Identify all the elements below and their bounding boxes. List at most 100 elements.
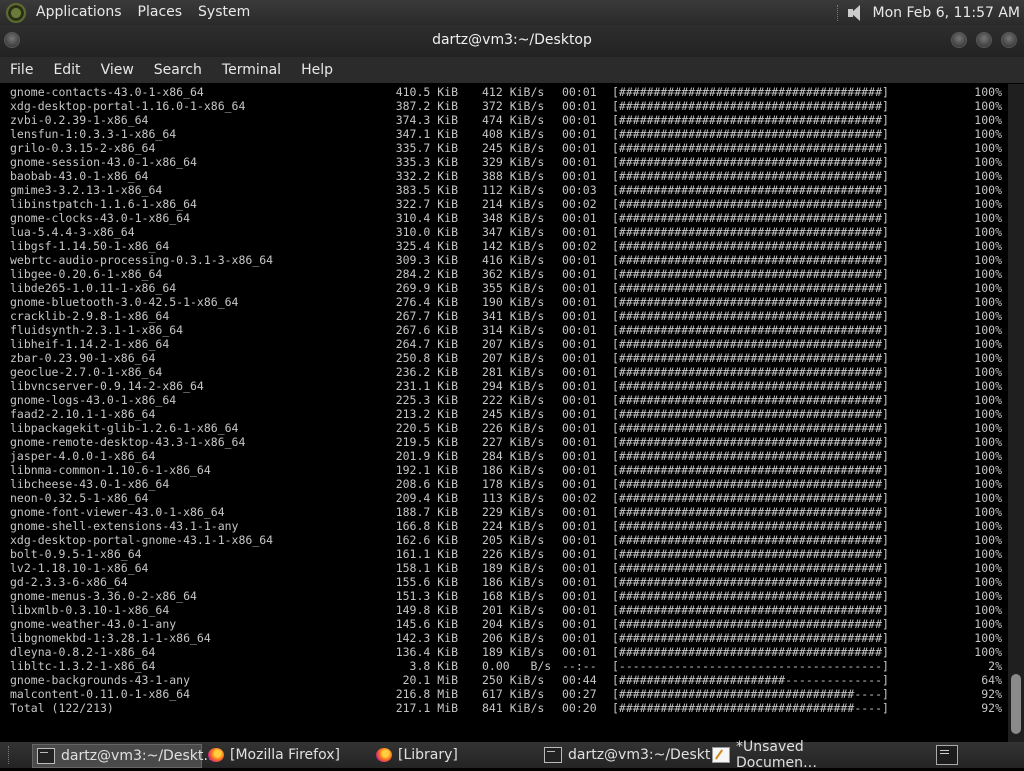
- download-speed: 0.00 B/s: [482, 659, 552, 673]
- package-name: libde265-1.0.11-1-x86_64: [10, 281, 177, 295]
- taskbar-item-terminal-1[interactable]: dartz@vm3:~/Deskt…: [32, 744, 217, 768]
- progress-bar: [######################################]: [612, 589, 889, 603]
- taskbar-item-library[interactable]: [Library]: [372, 744, 536, 766]
- progress-bar: [######################################]: [612, 631, 889, 645]
- package-name: dleyna-0.8.2-1-x86_64: [10, 645, 156, 659]
- menu-edit[interactable]: Edit: [43, 62, 90, 78]
- download-size: 410.5 KiB: [395, 85, 458, 99]
- package-name: libnma-common-1.10.6-1-x86_64: [10, 463, 211, 477]
- terminal-menubar: File Edit View Search Terminal Help: [0, 57, 1024, 83]
- progress-percent: 2%: [988, 659, 1002, 673]
- eta: 00:01: [562, 435, 597, 449]
- taskbar-item-firefox[interactable]: [Mozilla Firefox]: [204, 744, 368, 766]
- eta: 00:20: [562, 701, 597, 715]
- taskbar-item-terminal-2[interactable]: dartz@vm3:~/Deskt…: [540, 744, 724, 766]
- package-name: gnome-font-viewer-43.0-1-x86_64: [10, 505, 225, 519]
- progress-bar: [######################################]: [612, 239, 889, 253]
- progress-percent: 100%: [974, 505, 1002, 519]
- progress-percent: 100%: [974, 239, 1002, 253]
- download-size: 142.3 KiB: [395, 631, 458, 645]
- menu-view[interactable]: View: [91, 62, 144, 78]
- download-speed: 362 KiB/s: [482, 267, 545, 281]
- progress-percent: 100%: [974, 519, 1002, 533]
- progress-bar: [######################################]: [612, 351, 889, 365]
- eta: 00:01: [562, 561, 597, 575]
- package-name: neon-0.32.5-1-x86_64: [10, 491, 149, 505]
- progress-percent: 100%: [974, 575, 1002, 589]
- download-size: 220.5 KiB: [395, 421, 458, 435]
- progress-percent: 100%: [974, 421, 1002, 435]
- terminal-scrollbar[interactable]: [1008, 84, 1024, 742]
- eta: 00:01: [562, 295, 597, 309]
- progress-percent: 100%: [974, 211, 1002, 225]
- package-name: libgsf-1.14.50-1-x86_64: [10, 239, 170, 253]
- progress-bar: [######################################]: [612, 183, 889, 197]
- package-name: lua-5.4.4-3-x86_64: [10, 225, 135, 239]
- download-size: 151.3 KiB: [395, 589, 458, 603]
- distro-logo-icon[interactable]: [6, 2, 26, 23]
- taskbar-item-label: [Mozilla Firefox]: [230, 747, 340, 763]
- panel-menu-system[interactable]: System: [190, 0, 258, 25]
- eta: 00:01: [562, 631, 597, 645]
- download-size: 310.4 KiB: [395, 211, 458, 225]
- download-size: 276.4 KiB: [395, 295, 458, 309]
- panel-menu-applications[interactable]: Applications: [28, 0, 130, 25]
- close-button[interactable]: [1001, 32, 1017, 48]
- progress-percent: 100%: [974, 547, 1002, 561]
- download-size: 217.1 MiB: [395, 701, 458, 715]
- package-name: gnome-backgrounds-43-1-any: [10, 673, 191, 687]
- eta: 00:01: [562, 337, 597, 351]
- menu-help[interactable]: Help: [291, 62, 343, 78]
- package-name: xdg-desktop-portal-gnome-43.1-1-x86_64: [10, 533, 274, 547]
- package-name: libheif-1.14.2-1-x86_64: [10, 337, 170, 351]
- menu-search[interactable]: Search: [144, 62, 212, 78]
- eta: 00:01: [562, 589, 597, 603]
- panel-menu-places[interactable]: Places: [130, 0, 191, 25]
- progress-percent: 100%: [974, 533, 1002, 547]
- progress-bar: [######################################]: [612, 281, 889, 295]
- download-speed: 207 KiB/s: [482, 351, 545, 365]
- firefox-icon: [376, 748, 392, 762]
- download-size: 231.1 KiB: [395, 379, 458, 393]
- download-speed: 474 KiB/s: [482, 113, 545, 127]
- progress-bar: [######################################]: [612, 463, 889, 477]
- package-name: gmime3-3.2.13-1-x86_64: [10, 183, 163, 197]
- progress-percent: 100%: [974, 337, 1002, 351]
- download-speed: 168 KiB/s: [482, 589, 545, 603]
- volume-icon[interactable]: [845, 4, 865, 22]
- terminal-output[interactable]: gnome-contacts-43.0-1-x86_64 410.5 KiB 412…: [0, 84, 1008, 742]
- window-titlebar[interactable]: dartz@vm3:~/Desktop: [0, 25, 1024, 57]
- progress-bar: [######################################]: [612, 421, 889, 435]
- maximize-button[interactable]: [976, 32, 992, 48]
- scrollbar-thumb[interactable]: [1011, 674, 1021, 734]
- progress-bar: [######################################]: [612, 309, 889, 323]
- top-panel: Applications Places System Mon Feb 6, 11…: [0, 0, 1024, 25]
- progress-bar: [######################################]: [612, 603, 889, 617]
- download-speed: 329 KiB/s: [482, 155, 545, 169]
- panel-clock[interactable]: Mon Feb 6, 11:57 AM: [865, 5, 1024, 21]
- menu-file[interactable]: File: [0, 62, 43, 78]
- progress-percent: 92%: [981, 687, 1002, 701]
- progress-percent: 100%: [974, 477, 1002, 491]
- progress-bar: [######################################]: [612, 169, 889, 183]
- progress-percent: 100%: [974, 645, 1002, 659]
- download-speed: 190 KiB/s: [482, 295, 545, 309]
- download-size: 149.8 KiB: [395, 603, 458, 617]
- eta: 00:01: [562, 309, 597, 323]
- taskbar-item-text-editor[interactable]: *Unsaved Documen…: [708, 739, 880, 771]
- progress-percent: 100%: [974, 127, 1002, 141]
- progress-bar: [######################################]: [612, 197, 889, 211]
- eta: 00:01: [562, 519, 597, 533]
- package-name: libxmlb-0.3.10-1-x86_64: [10, 603, 170, 617]
- download-speed: 617 KiB/s: [482, 687, 545, 701]
- progress-bar: [######################################]: [612, 393, 889, 407]
- download-speed: 388 KiB/s: [482, 169, 545, 183]
- package-name: zbar-0.23.90-1-x86_64: [10, 351, 156, 365]
- package-name: baobab-43.0-1-x86_64: [10, 169, 149, 183]
- menu-terminal[interactable]: Terminal: [212, 62, 291, 78]
- progress-percent: 100%: [974, 589, 1002, 603]
- eta: 00:01: [562, 253, 597, 267]
- package-name: webrtc-audio-processing-0.3.1-3-x86_64: [10, 253, 274, 267]
- minimize-button[interactable]: [951, 32, 967, 48]
- show-desktop-icon[interactable]: [936, 745, 958, 765]
